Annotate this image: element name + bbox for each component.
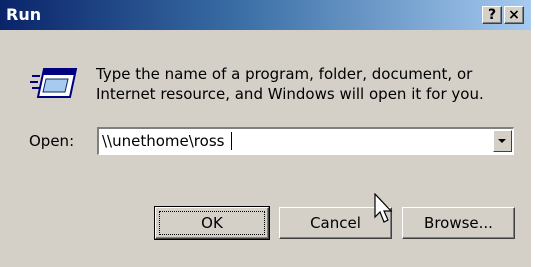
text-caret — [231, 132, 232, 150]
open-label: Open: — [29, 132, 75, 150]
dialog-description: Type the name of a program, folder, docu… — [96, 64, 516, 104]
description-line-2: Internet resource, and Windows will open… — [96, 85, 484, 103]
open-combobox[interactable] — [97, 127, 514, 155]
dropdown-button[interactable] — [493, 130, 512, 152]
browse-button[interactable]: Browse... — [402, 207, 515, 239]
ok-button[interactable]: OK — [154, 206, 270, 240]
description-line-1: Type the name of a program, folder, docu… — [96, 65, 473, 83]
run-icon — [30, 68, 78, 98]
cancel-button-label: Cancel — [310, 214, 361, 232]
window-title: Run — [6, 5, 42, 24]
chevron-down-icon — [498, 139, 506, 143]
browse-button-label: Browse... — [424, 214, 493, 232]
focus-rectangle — [159, 211, 265, 235]
close-icon: × — [508, 7, 520, 23]
run-dialog: Run ? × Type the name of a program, fold… — [0, 0, 535, 267]
help-button[interactable]: ? — [482, 6, 502, 24]
close-button[interactable]: × — [504, 6, 524, 24]
mouse-pointer-icon — [374, 193, 393, 223]
title-bar[interactable]: Run ? × — [0, 0, 531, 30]
open-input[interactable] — [102, 130, 482, 152]
